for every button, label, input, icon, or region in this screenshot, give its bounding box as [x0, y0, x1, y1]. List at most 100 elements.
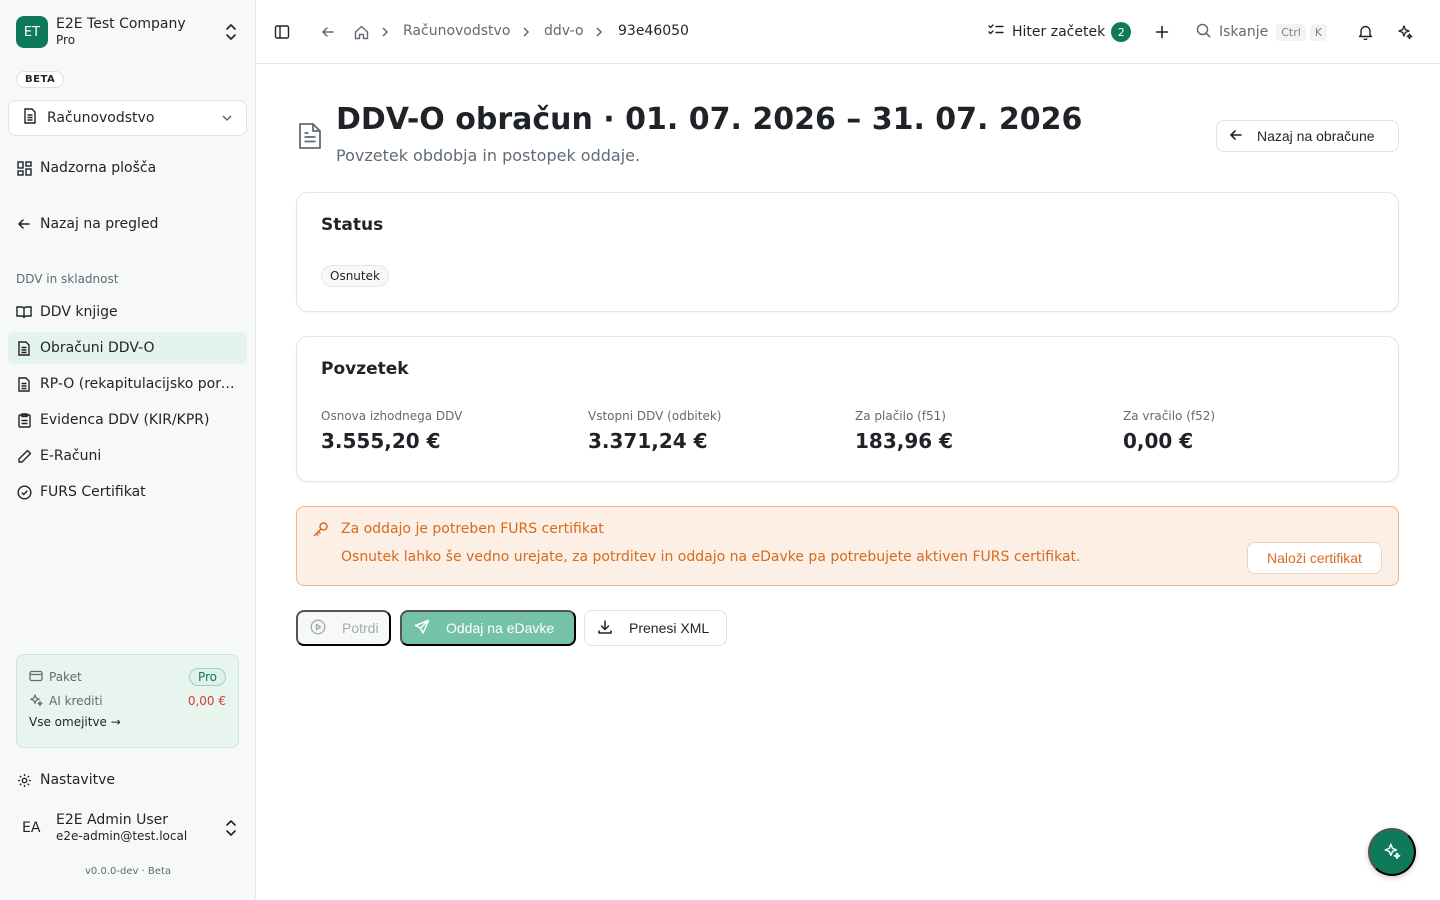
metric-input-vat: Vstopni DDV (odbitek) 3.371,24 €: [588, 409, 721, 453]
top-bar: Računovodstvo ddv-o 93e46050 Hiter začet…: [256, 0, 1440, 64]
sidebar-item-label: E-Računi: [40, 448, 102, 464]
submit-edavke-button[interactable]: Oddaj na eDavke: [400, 610, 576, 646]
list-checks-icon: [988, 23, 1004, 41]
arrow-left-icon[interactable]: [318, 22, 338, 42]
sidebar-item-settings[interactable]: Nastavitve: [8, 764, 247, 796]
status-card: Status Osnutek: [296, 192, 1399, 312]
sidebar-item-dashboard[interactable]: Nadzorna plošča: [8, 152, 247, 184]
sparkles-icon[interactable]: [1395, 22, 1415, 42]
search-button[interactable]: Iskanje Ctrl K: [1196, 20, 1328, 44]
confirm-label: Potrdi: [342, 620, 379, 636]
all-limits-link[interactable]: Vse omejitve →: [29, 715, 226, 729]
metric-value: 3.371,24 €: [588, 429, 708, 453]
chevrons-up-down-icon: [224, 819, 238, 841]
summary-card-title: Povzetek: [321, 359, 409, 379]
file-text-icon: [16, 376, 32, 392]
plus-icon[interactable]: [1152, 22, 1172, 42]
metric-value: 0,00 €: [1123, 429, 1194, 453]
dashboard-icon: [16, 160, 32, 176]
sidebar-item-label: FURS Certifikat: [40, 484, 146, 500]
metric-to-pay: Za plačilo (f51) 183,96 €: [855, 409, 953, 453]
sidebar-item-e-invoices[interactable]: E-Računi: [8, 440, 247, 472]
quick-start-button[interactable]: Hiter začetek 2: [988, 20, 1132, 44]
file-text-icon: [23, 108, 37, 128]
status-badge: Osnutek: [321, 265, 389, 287]
home-icon[interactable]: [351, 22, 371, 42]
chevron-right-icon: [380, 24, 390, 43]
clipboard-icon: [16, 412, 32, 428]
ai-assistant-button[interactable]: [1368, 828, 1416, 876]
metric-label: Osnova izhodnega DDV: [321, 409, 463, 423]
ai-credits-label: AI krediti: [49, 694, 103, 708]
quick-start-count: 2: [1111, 22, 1132, 42]
sidebar-item-ddv-o[interactable]: Obračuni DDV-O: [8, 332, 247, 364]
sidebar-item-ddv-books[interactable]: DDV knjige: [8, 296, 247, 328]
back-to-returns-button[interactable]: Nazaj na obračune: [1216, 120, 1399, 152]
bell-icon[interactable]: [1355, 22, 1375, 42]
status-card-title: Status: [321, 215, 384, 235]
breadcrumb-item[interactable]: ddv-o: [544, 23, 584, 39]
package-panel: Paket Pro AI krediti 0,00 € Vse omejitve…: [16, 654, 239, 748]
page-subtitle: Povzetek obdobja in postopek oddaje.: [336, 146, 641, 165]
sidebar-item-label: Evidenca DDV (KIR/KPR): [40, 412, 210, 428]
credit-card-icon: [29, 670, 43, 685]
summary-card: Povzetek Osnova izhodnega DDV 3.555,20 €…: [296, 336, 1399, 482]
chevrons-up-down-icon: [224, 23, 238, 45]
breadcrumb-current: 93e46050: [618, 23, 689, 39]
search-icon: [1196, 23, 1211, 42]
search-label: Iskanje: [1219, 24, 1269, 40]
gear-icon: [16, 772, 32, 788]
send-icon: [414, 619, 430, 638]
sidebar-item-furs-certificate[interactable]: FURS Certifikat: [8, 476, 247, 508]
user-menu[interactable]: EA E2E Admin User e2e-admin@test.local: [8, 806, 248, 850]
alert-title: Za oddajo je potreben FURS certifikat: [341, 521, 604, 537]
alert-description: Osnutek lahko še vedno urejate, za potrd…: [341, 549, 1081, 565]
download-xml-button[interactable]: Prenesi XML: [584, 610, 727, 646]
sidebar-toggle-icon[interactable]: [272, 22, 292, 42]
metric-refund: Za vračilo (f52) 0,00 €: [1123, 409, 1215, 453]
key-icon: [313, 521, 329, 541]
confirm-button[interactable]: Potrdi: [296, 610, 391, 646]
upload-certificate-button[interactable]: Naloži certifikat: [1247, 542, 1382, 574]
metric-label: Vstopni DDV (odbitek): [588, 409, 722, 423]
check-circle-icon: [16, 484, 32, 500]
sidebar-item-rp-o[interactable]: RP-O (rekapitulacijsko poročilo): [8, 368, 247, 400]
sidebar-item-label: Nadzorna plošča: [40, 160, 157, 176]
module-select[interactable]: Računovodstvo: [8, 100, 247, 136]
beta-badge: BETA: [16, 71, 65, 88]
sparkles-icon: [1383, 842, 1401, 863]
company-name: E2E Test Company: [56, 16, 186, 33]
sparkles-icon: [29, 693, 43, 710]
user-name: E2E Admin User: [56, 811, 169, 828]
sidebar-item-evidence[interactable]: Evidenca DDV (KIR/KPR): [8, 404, 247, 436]
company-logo: ET: [16, 16, 48, 48]
arrow-left-icon: [16, 216, 32, 232]
shortcut-k: K: [1309, 23, 1328, 41]
download-xml-label: Prenesi XML: [629, 620, 710, 636]
user-email: e2e-admin@test.local: [56, 829, 188, 844]
breadcrumb-item[interactable]: Računovodstvo: [403, 23, 510, 39]
file-text-icon: [16, 340, 32, 356]
module-select-value: Računovodstvo: [47, 110, 155, 126]
metric-label: Za plačilo (f51): [855, 409, 946, 423]
sidebar: ET E2E Test Company Pro BETA Računovodst…: [0, 0, 256, 900]
chevron-right-icon: [521, 24, 531, 43]
submit-edavke-label: Oddaj na eDavke: [446, 620, 555, 636]
arrow-left-icon: [1229, 128, 1243, 145]
sidebar-item-back[interactable]: Nazaj na pregled: [8, 208, 247, 240]
ai-credits-value: 0,00 €: [187, 694, 226, 708]
avatar: EA: [22, 820, 41, 836]
sidebar-item-label: Obračuni DDV-O: [40, 340, 155, 356]
back-to-returns-label: Nazaj na obračune: [1257, 128, 1375, 144]
sidebar-item-label: Nastavitve: [40, 772, 115, 788]
furs-certificate-alert: Za oddajo je potreben FURS certifikat Os…: [296, 506, 1399, 586]
package-label: Paket: [49, 670, 82, 684]
page-title: DDV-O obračun · 01. 07. 2026 – 31. 07. 2…: [336, 102, 1083, 137]
sidebar-section-label: DDV in skladnost: [16, 272, 119, 286]
app-version: v0.0.0-dev · Beta: [85, 866, 171, 877]
company-switcher[interactable]: ET E2E Test Company Pro: [8, 8, 248, 56]
book-icon: [16, 304, 32, 320]
package-plan-badge: Pro: [188, 668, 226, 686]
metric-value: 183,96 €: [855, 429, 954, 453]
sidebar-item-label: RP-O (rekapitulacijsko poročilo): [40, 376, 238, 392]
